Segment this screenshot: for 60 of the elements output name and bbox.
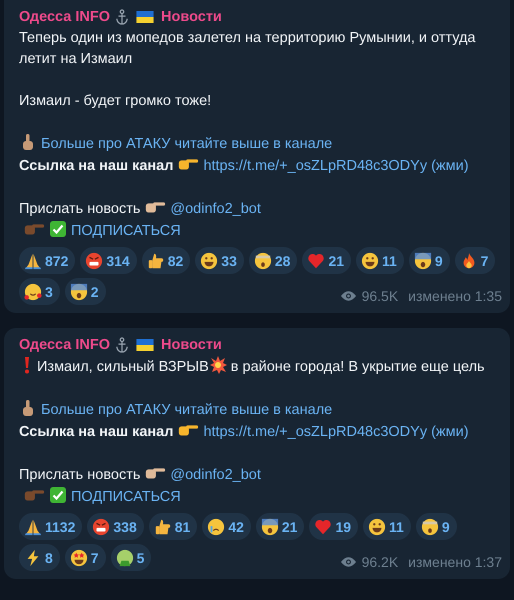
message-text: Теперь один из мопедов залетел на территорию Румынии, и оттуда летит на Измаил bbox=[19, 30, 476, 67]
reaction-button[interactable]: 7 bbox=[454, 247, 496, 274]
bold-text: Ссылка на наш канал bbox=[19, 424, 174, 440]
message-link[interactable]: @odinfo2_bot bbox=[170, 201, 261, 217]
message-link[interactable]: @odinfo2_bot bbox=[170, 467, 261, 483]
explosion-icon bbox=[208, 356, 227, 374]
edited-time: изменено 1:37 bbox=[408, 554, 502, 570]
heart-icon bbox=[307, 252, 326, 270]
reaction-button[interactable]: 872 bbox=[19, 247, 76, 274]
anchor-icon bbox=[115, 9, 130, 25]
reaction-button[interactable]: 19 bbox=[309, 513, 358, 540]
view-count: 96.5K bbox=[362, 288, 398, 304]
reaction-button[interactable]: 7 bbox=[64, 544, 106, 571]
message-text: Прислать новость bbox=[19, 201, 140, 217]
reaction-button[interactable]: 9 bbox=[416, 513, 457, 540]
anchor-icon bbox=[115, 337, 130, 353]
message-link[interactable]: Больше про АТАКУ читайте выше в канале bbox=[41, 402, 332, 418]
message-text: Измаил - будет громко тоже! bbox=[19, 93, 212, 109]
flag-icon bbox=[136, 11, 154, 23]
reaction-button[interactable]: 1132 bbox=[19, 513, 82, 540]
bold-text: Ссылка на наш канал bbox=[19, 158, 174, 174]
exclamation-icon bbox=[23, 356, 31, 374]
reaction-button[interactable]: 21 bbox=[302, 247, 352, 274]
channel-name[interactable]: Одесса INFO bbox=[19, 9, 110, 25]
flag-icon bbox=[136, 339, 154, 351]
views-icon bbox=[340, 290, 357, 302]
message-text: Прислать новость bbox=[19, 467, 140, 483]
message-link[interactable]: ПОДПИСАТЬСЯ bbox=[71, 223, 181, 239]
reaction-button[interactable]: 33 bbox=[195, 247, 244, 274]
message-link[interactable]: ПОДПИСАТЬСЯ bbox=[71, 489, 181, 505]
reaction-button[interactable]: 5 bbox=[110, 544, 152, 571]
reaction-button[interactable]: 8 bbox=[19, 544, 60, 571]
channel-name[interactable]: Одесса INFO bbox=[19, 337, 110, 353]
views-icon bbox=[340, 556, 357, 568]
reaction-button[interactable]: 2 bbox=[64, 278, 106, 305]
message-link[interactable]: https://t.me/+_osZLpRD48c3ODYy (жми) bbox=[203, 158, 469, 174]
reaction-button[interactable]: 11 bbox=[356, 247, 404, 274]
reaction-button[interactable]: 11 bbox=[363, 513, 411, 540]
reaction-button[interactable]: 28 bbox=[248, 247, 298, 274]
reaction-button[interactable]: 338 bbox=[87, 513, 144, 540]
reaction-button[interactable]: 42 bbox=[202, 513, 251, 540]
edited-time: изменено 1:35 bbox=[408, 288, 502, 304]
thumbs-up-icon bbox=[146, 252, 165, 270]
channel-tag: Новости bbox=[161, 337, 222, 353]
thumbs-up-icon bbox=[154, 518, 172, 536]
message-text: в районе города! В укрытие еще цель bbox=[230, 359, 485, 375]
reaction-button[interactable]: 82 bbox=[142, 247, 190, 274]
message-link[interactable]: Больше про АТАКУ читайте выше в канале bbox=[41, 136, 332, 152]
check-mark-icon bbox=[49, 220, 67, 238]
reaction-button[interactable]: 21 bbox=[256, 513, 304, 540]
message-text: Измаил, сильный ВЗРЫВ bbox=[37, 359, 209, 375]
check-mark-icon bbox=[49, 486, 67, 504]
reaction-button[interactable]: 9 bbox=[408, 247, 450, 274]
reaction-button[interactable]: 314 bbox=[80, 247, 137, 274]
heart-icon bbox=[314, 518, 332, 536]
view-count: 96.2K bbox=[362, 554, 398, 570]
reaction-button[interactable]: 81 bbox=[148, 513, 198, 540]
reaction-button[interactable]: 3 bbox=[19, 278, 60, 305]
message-link[interactable]: https://t.me/+_osZLpRD48c3ODYy (жми) bbox=[203, 424, 469, 440]
channel-tag: Новости bbox=[161, 9, 222, 25]
